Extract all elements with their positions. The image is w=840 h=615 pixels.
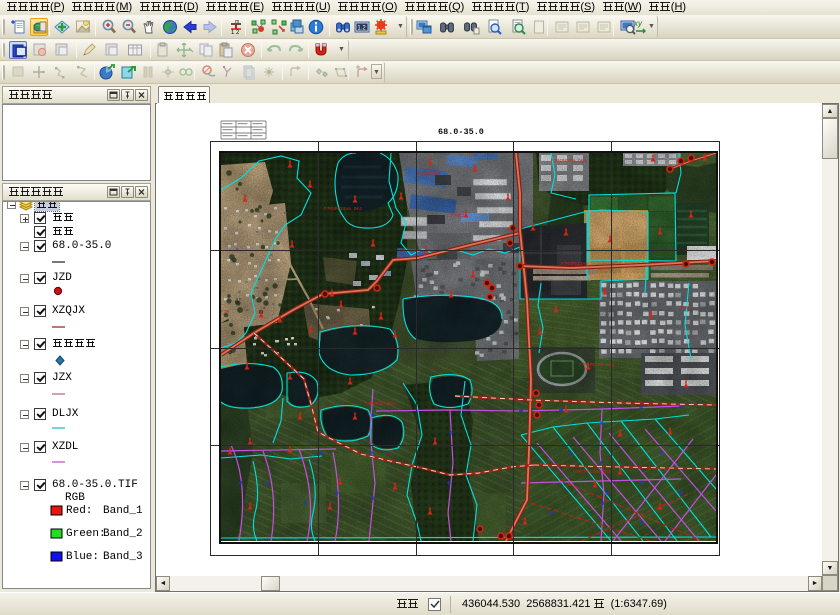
svg-text:m: m — [235, 19, 239, 25]
svg-text:F7M4PE2Am DK4: F7M4PE2Am DK4 — [551, 158, 586, 164]
svg-text:F7M4PE23Am: F7M4PE23Am — [561, 261, 588, 267]
svg-text:1 2: 1 2 — [231, 30, 240, 36]
svg-text:68.0-35.0: 68.0-35.0 — [438, 127, 484, 137]
svg-text:1.2: 1.2 — [357, 26, 366, 32]
svg-text:F7M: F7M — [221, 309, 229, 315]
svg-text:F7M4: F7M4 — [681, 305, 692, 311]
svg-text:F7M4PE2 DK4: F7M4PE2 DK4 — [365, 401, 395, 407]
svg-text:F7PE23: F7PE23 — [451, 213, 468, 219]
svg-text:F7M4PE23Am DK4: F7M4PE23Am DK4 — [324, 206, 362, 212]
svg-text:F7M4PE23Am DK4: F7M4PE23Am DK4 — [573, 469, 611, 475]
svg-text:F7M4PE23: F7M4PE23 — [417, 171, 439, 177]
svg-text:xy: xy — [633, 19, 643, 28]
svg-text:F7M4PE23m DK4: F7M4PE23m DK4 — [579, 362, 614, 368]
